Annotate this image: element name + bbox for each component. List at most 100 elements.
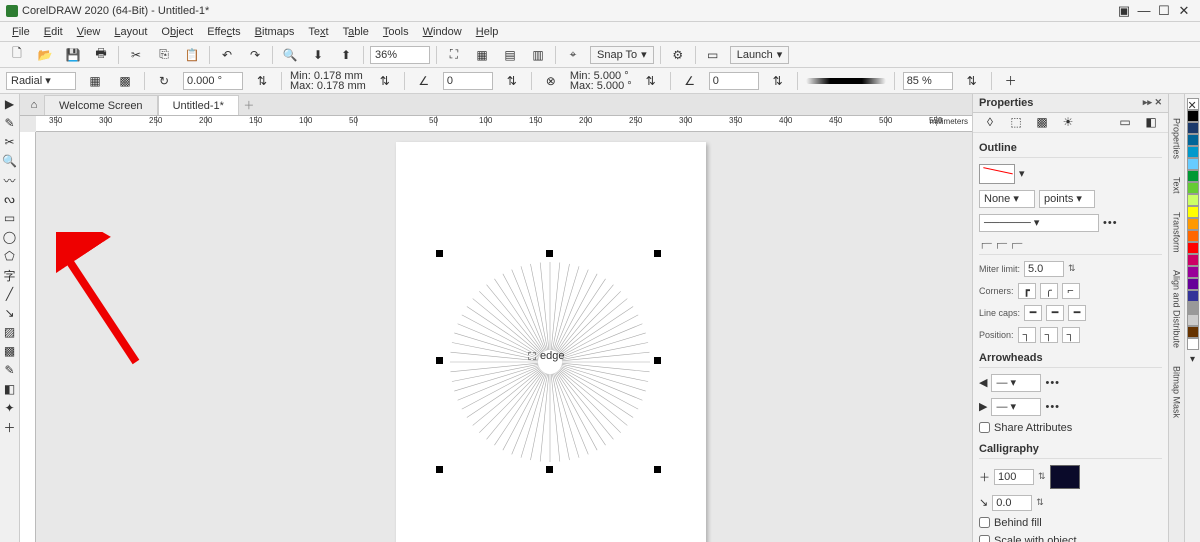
- preset-2[interactable]: ▩: [114, 71, 136, 91]
- menu-window[interactable]: Window: [417, 24, 468, 40]
- outline-color-swatch[interactable]: [979, 164, 1015, 184]
- color-swatch[interactable]: [1187, 338, 1199, 350]
- handle-tl[interactable]: [436, 250, 443, 257]
- arrow-start-dropdown[interactable]: — ▾: [991, 374, 1041, 392]
- corner-miter[interactable]: ┏: [1018, 283, 1036, 299]
- dash-presets[interactable]: ┌─ ┌─ ┌─: [979, 238, 1162, 248]
- color-swatch[interactable]: [1187, 278, 1199, 290]
- outline-style-more[interactable]: •••: [1103, 217, 1118, 229]
- menu-effects[interactable]: Effects: [201, 24, 246, 40]
- text-tool[interactable]: 字: [2, 267, 18, 283]
- eyedropper-tool[interactable]: ✎: [2, 362, 18, 378]
- stretch-input[interactable]: 100: [994, 469, 1034, 485]
- zoom-tool[interactable]: 🔍: [2, 153, 18, 169]
- vertical-ruler[interactable]: [20, 132, 36, 542]
- preset-1[interactable]: ▦: [84, 71, 106, 91]
- docker-expand-icon[interactable]: ▸▸: [1143, 97, 1152, 108]
- miter-spinner[interactable]: ⇅: [1068, 263, 1076, 274]
- snap-to-dropdown[interactable]: Snap To ▾: [590, 46, 654, 64]
- docker-close-icon[interactable]: ✕: [1152, 97, 1162, 108]
- color-swatch[interactable]: [1187, 290, 1199, 302]
- nib-angle-spinner[interactable]: ⇅: [1036, 497, 1044, 508]
- open-button[interactable]: 📂: [34, 45, 56, 65]
- handle-ml[interactable]: [436, 357, 443, 364]
- docker-tab-align[interactable]: Align and Distribute: [1171, 266, 1183, 352]
- canvas[interactable]: edge: [36, 132, 972, 542]
- handle-tr[interactable]: [654, 250, 661, 257]
- cut-button[interactable]: ✂: [125, 45, 147, 65]
- new-button[interactable]: 🗋: [6, 45, 28, 65]
- bearing-icon[interactable]: ⊗: [540, 71, 562, 91]
- copy-button[interactable]: ⎘: [153, 45, 175, 65]
- minimize-button[interactable]: —: [1134, 3, 1154, 18]
- pos-inside[interactable]: ┐: [1062, 327, 1080, 343]
- transparency-tab-icon[interactable]: ▩: [1031, 112, 1053, 132]
- width-spinner[interactable]: ⇅: [374, 71, 396, 91]
- menu-tools[interactable]: Tools: [377, 24, 415, 40]
- horizontal-ruler[interactable]: millimeters 350 300 250 200 150 100 50 5…: [36, 116, 972, 132]
- menu-edit[interactable]: Edit: [38, 24, 69, 40]
- crop-tool[interactable]: ✂: [2, 134, 18, 150]
- angle2-value[interactable]: 0: [709, 72, 759, 90]
- close-button[interactable]: ✕: [1174, 3, 1194, 19]
- rotate-icon[interactable]: ↻: [153, 71, 175, 91]
- transparency-tool[interactable]: ▩: [2, 343, 18, 359]
- freehand-tool[interactable]: 〰: [2, 172, 18, 188]
- handle-br[interactable]: [654, 466, 661, 473]
- zoom-level[interactable]: 36%: [370, 46, 430, 64]
- tilt-spinner[interactable]: ⇅: [501, 71, 523, 91]
- paste-button[interactable]: 📋: [181, 45, 203, 65]
- artistic-media-object[interactable]: [440, 252, 660, 472]
- bearing-spinner[interactable]: ⇅: [640, 71, 662, 91]
- menu-table[interactable]: Table: [337, 24, 375, 40]
- tilt-value[interactable]: 0: [443, 72, 493, 90]
- drop-shadow-tool[interactable]: ▨: [2, 324, 18, 340]
- launch-dropdown[interactable]: Launch ▾: [730, 46, 790, 64]
- outline-style-dropdown[interactable]: ────── ▾: [979, 214, 1099, 232]
- scale-with-object-checkbox[interactable]: Scale with object: [979, 535, 1162, 542]
- stroke-opacity[interactable]: 85 %: [903, 72, 953, 90]
- handle-bc[interactable]: [546, 466, 553, 473]
- add-preset-button[interactable]: ＋: [1000, 71, 1022, 91]
- guide-toggle[interactable]: ▥: [527, 45, 549, 65]
- rectangle-tool[interactable]: ▭: [2, 210, 18, 226]
- pick-tool[interactable]: ▶: [2, 96, 18, 112]
- color-swatch[interactable]: [1187, 242, 1199, 254]
- color-swatch[interactable]: [1187, 122, 1199, 134]
- fx-tab-icon[interactable]: ☀: [1057, 112, 1079, 132]
- menu-bitmaps[interactable]: Bitmaps: [249, 24, 301, 40]
- stretch-spinner[interactable]: ⇅: [1038, 471, 1046, 482]
- outline-width-dropdown[interactable]: None ▾: [979, 190, 1035, 208]
- arrow-start-more[interactable]: •••: [1045, 377, 1060, 389]
- color-swatch[interactable]: [1187, 314, 1199, 326]
- artistic-media-tool[interactable]: ᔓ: [2, 191, 18, 207]
- docker-tab-text[interactable]: Text: [1171, 173, 1183, 198]
- corner-bevel[interactable]: ⌐: [1062, 283, 1080, 299]
- arrow-end-more[interactable]: •••: [1045, 401, 1060, 413]
- color-swatch[interactable]: [1187, 254, 1199, 266]
- more-tools[interactable]: ＋: [2, 419, 18, 435]
- palette-scroll-down[interactable]: ▾: [1190, 354, 1195, 365]
- handle-bl[interactable]: [436, 466, 443, 473]
- save-button[interactable]: 💾: [62, 45, 84, 65]
- color-swatch[interactable]: [1187, 146, 1199, 158]
- corner-round[interactable]: ╭: [1040, 283, 1058, 299]
- menu-help[interactable]: Help: [470, 24, 505, 40]
- home-tab[interactable]: ⌂: [24, 95, 44, 115]
- docker-options-icon[interactable]: ◧: [1140, 112, 1162, 132]
- angle2-icon[interactable]: ∠: [679, 71, 701, 91]
- connector-tool[interactable]: ↘: [2, 305, 18, 321]
- color-swatch[interactable]: [1187, 194, 1199, 206]
- outline-units-dropdown[interactable]: points ▾: [1039, 190, 1095, 208]
- import-button[interactable]: ⬇: [307, 45, 329, 65]
- tilt-icon[interactable]: ∠: [413, 71, 435, 91]
- docker-tab-bitmap-mask[interactable]: Bitmap Mask: [1171, 362, 1183, 422]
- angle2-spinner[interactable]: ⇅: [767, 71, 789, 91]
- pos-outside[interactable]: ┐: [1018, 327, 1036, 343]
- pos-center[interactable]: ┐: [1040, 327, 1058, 343]
- export-button[interactable]: ⬆: [335, 45, 357, 65]
- fullscreen-button[interactable]: ⛶: [443, 45, 465, 65]
- launch-icon[interactable]: ▭: [702, 45, 724, 65]
- nib-angle-input[interactable]: 0.0: [992, 495, 1032, 511]
- ellipse-tool[interactable]: ◯: [2, 229, 18, 245]
